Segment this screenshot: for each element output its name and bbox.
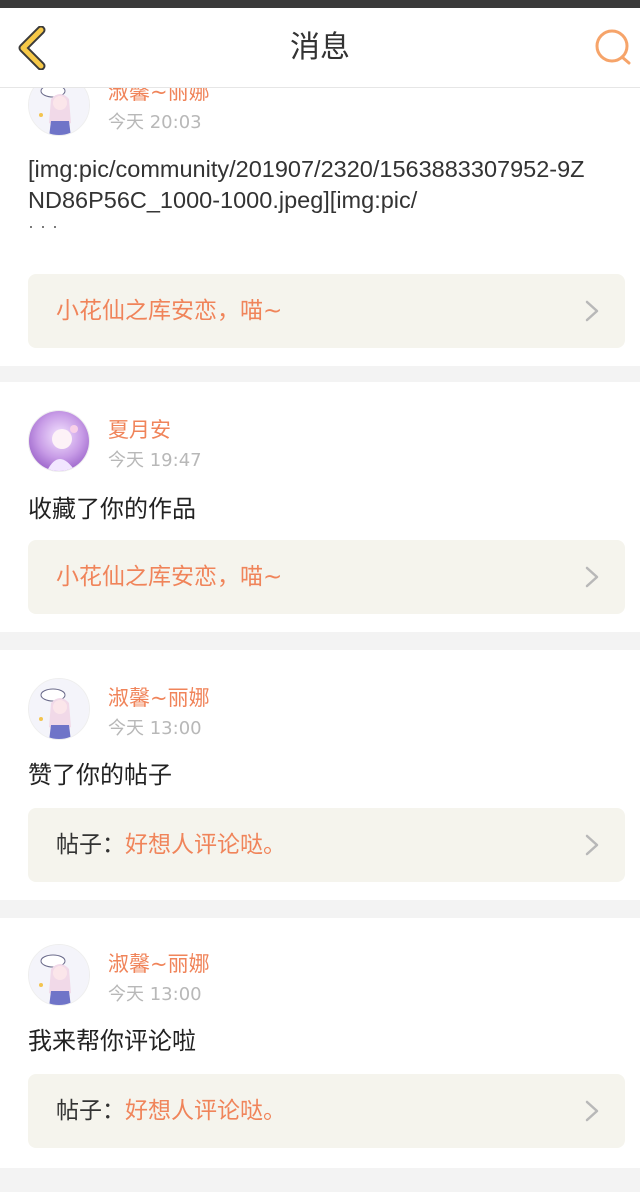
message-card: 夏月安 今天 19:47 收藏了你的作品 小花仙之库安恋，喵~ <box>0 382 640 632</box>
username[interactable]: 淑馨~丽娜 <box>108 88 210 106</box>
message-text: [img:pic/community/201907/2320/156388330… <box>28 156 585 213</box>
message-body: 我来帮你评论啦 <box>28 1027 196 1055</box>
message-body: 赞了你的帖子 <box>28 761 172 789</box>
link-title: 小花仙之库安恋，喵~ <box>56 298 283 324</box>
link-prefix: 帖子： <box>56 1098 125 1124</box>
linked-post-text: 小花仙之库安恋，喵~ <box>56 274 282 348</box>
avatar[interactable] <box>28 88 90 136</box>
avatar[interactable] <box>28 410 90 472</box>
anime-girl-avatar-image <box>29 411 89 471</box>
search-icon <box>595 29 631 65</box>
avatar[interactable] <box>28 678 90 740</box>
message-feed[interactable]: 淑馨~丽娜 今天 20:03 [img:pic/community/201907… <box>0 88 640 1192</box>
chevron-right-icon <box>585 566 599 588</box>
anime-girl-avatar-image <box>29 88 89 135</box>
more-ellipsis: ··· <box>28 216 64 236</box>
chevron-right-icon <box>585 300 599 322</box>
page-title: 消息 <box>290 30 350 65</box>
message-body: 收藏了你的作品 <box>28 495 196 523</box>
nav-header: 消息 <box>0 8 640 88</box>
status-bar-strip <box>0 0 640 8</box>
linked-post-text: 小花仙之库安恋，喵~ <box>56 540 282 614</box>
timestamp: 今天 20:03 <box>108 112 202 133</box>
linked-post-text: 帖子：好想人评论哒。 <box>56 808 286 882</box>
timestamp: 今天 13:00 <box>108 984 202 1005</box>
chevron-right-icon <box>585 1100 599 1122</box>
linked-post-box[interactable]: 小花仙之库安恋，喵~ <box>28 274 625 348</box>
message-card: 淑馨~丽娜 今天 20:03 [img:pic/community/201907… <box>0 88 640 366</box>
search-button[interactable] <box>592 26 634 68</box>
anime-girl-avatar-image <box>29 945 89 1005</box>
back-button[interactable] <box>14 25 54 71</box>
timestamp: 今天 19:47 <box>108 450 202 471</box>
linked-post-box[interactable]: 帖子：好想人评论哒。 <box>28 1074 625 1148</box>
linked-post-box[interactable]: 帖子：好想人评论哒。 <box>28 808 625 882</box>
username[interactable]: 淑馨~丽娜 <box>108 948 210 978</box>
chevron-left-icon <box>18 25 46 71</box>
linked-post-box[interactable]: 小花仙之库安恋，喵~ <box>28 540 625 614</box>
timestamp: 今天 13:00 <box>108 718 202 739</box>
message-card: 淑馨~丽娜 今天 13:00 赞了你的帖子 帖子：好想人评论哒。 <box>0 650 640 900</box>
link-title: 好想人评论哒。 <box>125 1098 286 1124</box>
anime-girl-avatar-image <box>29 679 89 739</box>
link-title: 小花仙之库安恋，喵~ <box>56 564 283 590</box>
avatar[interactable] <box>28 944 90 1006</box>
linked-post-text: 帖子：好想人评论哒。 <box>56 1074 286 1148</box>
message-card: 淑馨~丽娜 今天 13:00 我来帮你评论啦 帖子：好想人评论哒。 <box>0 918 640 1168</box>
link-prefix: 帖子： <box>56 832 125 858</box>
chevron-right-icon <box>585 834 599 856</box>
message-body: [img:pic/community/201907/2320/156388330… <box>28 154 600 236</box>
username[interactable]: 夏月安 <box>108 414 171 444</box>
link-title: 好想人评论哒。 <box>125 832 286 858</box>
username[interactable]: 淑馨~丽娜 <box>108 682 210 712</box>
